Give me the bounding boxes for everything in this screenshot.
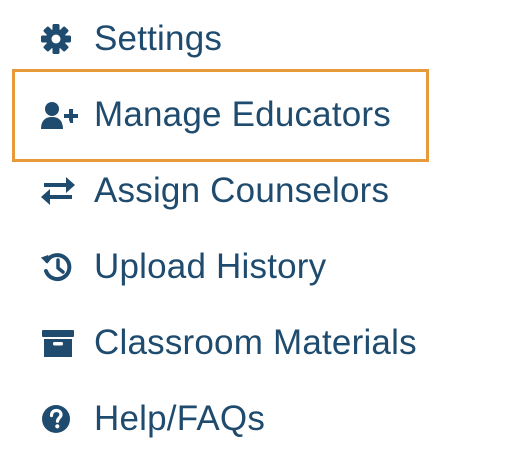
menu-item-label: Manage Educators — [94, 95, 391, 134]
menu-item-label: Settings — [94, 19, 223, 58]
menu-item-label: Assign Counselors — [94, 171, 390, 210]
question-circle-icon — [40, 399, 80, 439]
navigation-menu: Settings Manage Educators Assign Counsel… — [0, 0, 519, 474]
menu-item-label: Classroom Materials — [94, 323, 417, 362]
menu-item-label: Upload History — [94, 247, 327, 286]
menu-item-assign-counselors[interactable]: Assign Counselors — [40, 169, 389, 213]
gear-icon — [40, 19, 80, 59]
menu-item-manage-educators[interactable]: Manage Educators — [40, 93, 391, 137]
user-plus-icon — [40, 95, 80, 135]
menu-item-settings[interactable]: Settings — [40, 17, 222, 61]
menu-item-label: Help/FAQs — [94, 399, 266, 438]
menu-item-help-faqs[interactable]: Help/FAQs — [40, 397, 265, 441]
history-icon — [40, 247, 80, 287]
swap-arrows-icon — [40, 171, 80, 211]
archive-box-icon — [40, 323, 80, 363]
menu-item-upload-history[interactable]: Upload History — [40, 245, 326, 289]
menu-item-classroom-materials[interactable]: Classroom Materials — [40, 321, 417, 365]
